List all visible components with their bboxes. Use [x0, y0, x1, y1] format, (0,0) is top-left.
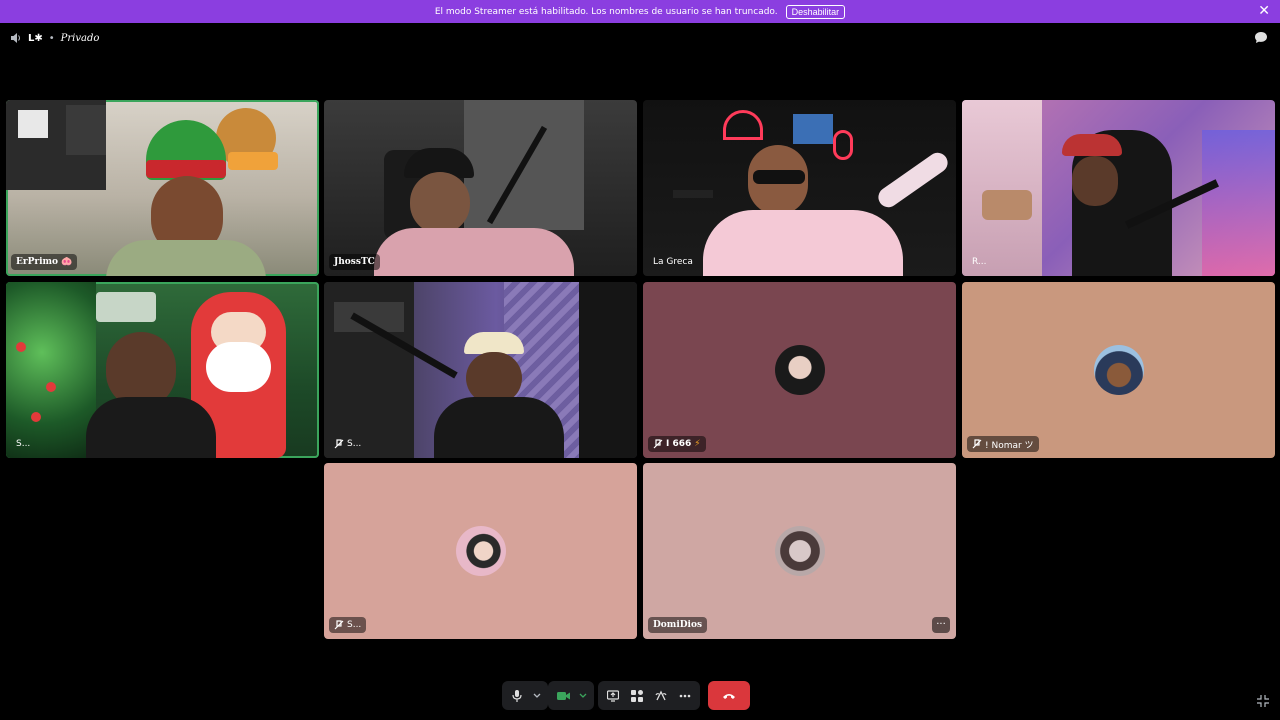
mic-icon: [512, 689, 522, 702]
participant-label: R...: [967, 254, 992, 270]
speaker-icon: [11, 33, 20, 43]
participant-label: I 666 ⚡: [648, 436, 706, 452]
participant-label: S...: [329, 436, 366, 452]
more-icon: ···: [936, 619, 946, 630]
chat-icon[interactable]: [1254, 31, 1268, 44]
video-tile-jhosstc[interactable]: JhossTC: [324, 100, 637, 276]
avatar: [774, 526, 825, 576]
mic-group: [502, 681, 548, 710]
voice-tile-domidios[interactable]: DomiDios ···: [643, 463, 956, 639]
streamer-mode-banner: El modo Streamer está habilitado. Los no…: [0, 0, 1280, 23]
close-banner-icon[interactable]: ✕: [1258, 4, 1270, 18]
participant-badge: 🐽: [61, 257, 73, 267]
participant-name: S...: [347, 620, 362, 630]
participant-badge: ⚡: [694, 439, 701, 449]
participant-label: La Greca: [648, 254, 698, 270]
voice-tile-i666[interactable]: I 666 ⚡: [643, 282, 956, 458]
camera-icon: [556, 691, 570, 700]
header-separator: •: [48, 32, 55, 44]
participant-name: DomiDios: [653, 620, 703, 630]
disable-streamer-button[interactable]: Deshabilitar: [785, 4, 846, 19]
screen-share-button[interactable]: [602, 685, 624, 707]
activities-icon: [631, 689, 643, 702]
participant-label: ErPrimo 🐽: [11, 254, 78, 270]
avatar: [455, 526, 506, 576]
mute-icon: [972, 439, 982, 449]
soundboard-icon: [655, 690, 667, 700]
call-header: L✱ • Privado: [10, 30, 99, 46]
participant-label: DomiDios: [648, 617, 708, 633]
soundboard-button[interactable]: [650, 685, 672, 707]
video-tile-s-santa[interactable]: S...: [6, 282, 319, 458]
mic-button[interactable]: [506, 685, 528, 707]
video-tile-s-cap[interactable]: S...: [324, 282, 637, 458]
hangup-button[interactable]: [708, 681, 750, 710]
participant-name: R...: [972, 257, 987, 267]
voice-tile-s[interactable]: S...: [324, 463, 637, 639]
mute-icon: [334, 439, 344, 449]
more-icon: [679, 694, 691, 697]
video-tile-erprimo[interactable]: ErPrimo 🐽: [6, 100, 319, 276]
screen-share-icon: [607, 689, 619, 702]
activities-button[interactable]: [626, 685, 648, 707]
voice-tile-nomar[interactable]: ! Nomar ツ: [962, 282, 1275, 458]
hangup-icon: [723, 693, 735, 699]
participant-name: ErPrimo: [16, 257, 59, 267]
avatar: [1093, 345, 1144, 395]
camera-options-button[interactable]: [576, 685, 590, 707]
video-tile-la-greca[interactable]: La Greca: [643, 100, 956, 276]
server-name[interactable]: L✱: [28, 33, 43, 44]
participant-name: ! Nomar ツ: [985, 440, 1034, 451]
chevron-down-icon: [533, 693, 541, 698]
mute-icon: [653, 439, 663, 449]
avatar: [774, 345, 825, 395]
mute-icon: [334, 620, 344, 630]
participant-label: ! Nomar ツ: [967, 436, 1039, 452]
participant-label: S...: [11, 436, 35, 452]
camera-button[interactable]: [552, 685, 574, 707]
camera-group: [548, 681, 594, 710]
participant-label: S...: [329, 617, 367, 633]
tile-more-button[interactable]: ···: [932, 617, 950, 633]
fullscreen-icon[interactable]: [1256, 694, 1270, 708]
mic-options-button[interactable]: [530, 685, 544, 707]
participant-name: La Greca: [653, 257, 693, 267]
channel-name: Privado: [60, 32, 100, 44]
call-controls: [502, 681, 750, 710]
chevron-down-icon: [579, 693, 587, 698]
participant-name: I 666: [666, 439, 692, 449]
participant-name: JhossTC: [334, 257, 375, 267]
participant-name: S...: [347, 439, 362, 449]
video-tile-r[interactable]: R...: [962, 100, 1275, 276]
more-options-button[interactable]: [674, 685, 696, 707]
actions-group: [598, 681, 700, 710]
participant-name: S...: [16, 439, 31, 449]
banner-text: El modo Streamer está habilitado. Los no…: [434, 6, 778, 17]
participant-label: JhossTC: [329, 254, 380, 270]
